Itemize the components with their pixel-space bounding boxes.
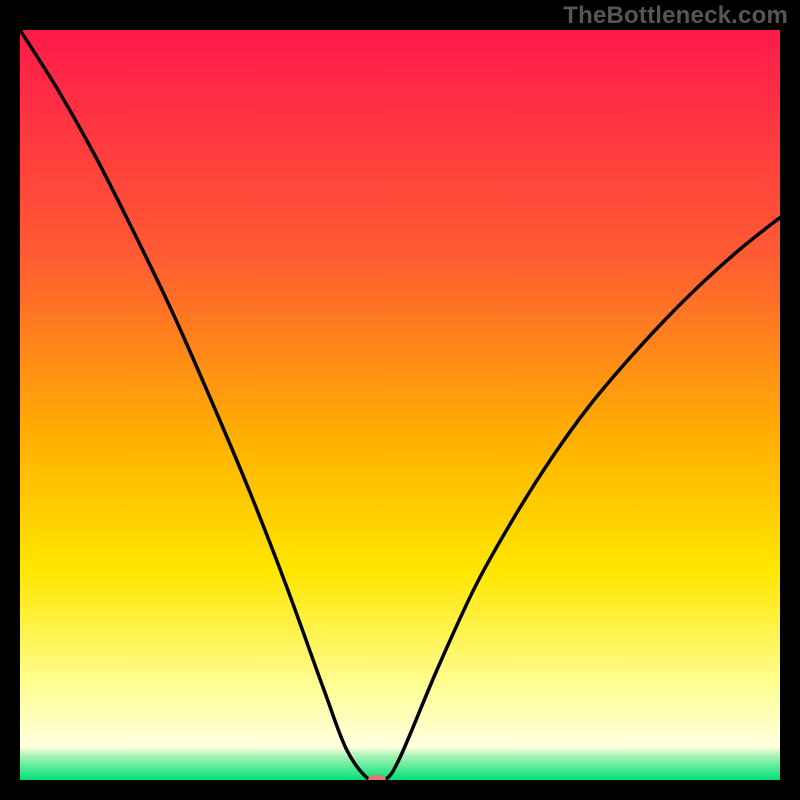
chart-frame: TheBottleneck.com [0,0,800,800]
chart-svg [20,30,780,780]
watermark-text: TheBottleneck.com [563,2,788,30]
bottleneck-marker [368,775,386,780]
gradient-background [20,30,780,780]
plot-area [20,30,780,780]
